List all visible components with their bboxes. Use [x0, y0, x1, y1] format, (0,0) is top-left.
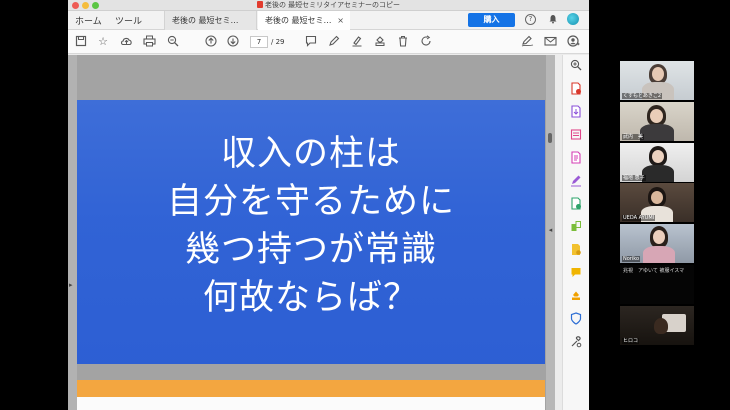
more-tools-icon[interactable]	[569, 335, 583, 349]
participant-tile[interactable]: UEDA AYUMI	[620, 183, 694, 222]
main-toolbar: ☆ 7 / 29	[68, 30, 589, 54]
comment-tool-icon[interactable]	[569, 266, 583, 280]
participant-face	[651, 191, 663, 204]
create-pdf-icon[interactable]	[569, 105, 583, 119]
participant-name: 武内 美	[622, 134, 645, 140]
next-page-header-band	[77, 380, 545, 397]
sign-icon[interactable]	[520, 35, 534, 49]
participant-name: 福地 恵子	[622, 175, 646, 181]
comment-icon[interactable]	[304, 35, 318, 49]
participant-tile[interactable]: Noriko	[620, 224, 694, 263]
tools-pane	[562, 55, 589, 410]
participant-name: くすもとあきこ2	[622, 93, 663, 99]
pdf-page: 収入の柱は 自分を守るために 幾つ持つが常識 何故ならば？	[77, 100, 545, 364]
participant-face	[650, 109, 663, 123]
tab-document-2-label: 老後の 最短セミ…	[265, 16, 332, 25]
participant-name: Noriko	[622, 256, 641, 262]
participant-tile[interactable]: 兆視 アゆいて 被服イスマ	[620, 265, 694, 304]
share-user-icon[interactable]	[566, 35, 580, 49]
participant-body	[643, 246, 675, 263]
participant-tile[interactable]: 武内 美	[620, 102, 694, 141]
stamp-tool-icon[interactable]	[569, 289, 583, 303]
buy-button[interactable]: 購入	[468, 13, 515, 27]
stamp-icon[interactable]	[373, 35, 387, 49]
zoom-in-icon[interactable]	[569, 59, 583, 73]
participant-tile[interactable]: 福地 恵子	[620, 143, 694, 182]
window-title: 老後の 最短セミリタイアセミナーのコピー	[68, 0, 589, 11]
participant-tile[interactable]: ヒロコ	[620, 306, 694, 345]
send-for-signature-icon[interactable]	[569, 197, 583, 211]
participant-name: 兆視 アゆいて 被服イスマ	[623, 268, 685, 274]
page-number-input[interactable]: 7	[250, 36, 268, 48]
participant-face	[652, 150, 664, 163]
tab-bar: ホーム ツール 老後の 最短セミ… 老後の 最短セミ… × 購入 ?	[68, 11, 589, 30]
participant-name: UEDA AYUMI	[622, 215, 656, 221]
slide-line-4: 何故ならば？	[202, 278, 419, 318]
participant-face	[654, 318, 668, 334]
participant-face	[653, 230, 665, 244]
participant-tile[interactable]: くすもとあきこ2	[620, 61, 694, 100]
pdf-file-icon	[256, 1, 263, 8]
tab-document-2[interactable]: 老後の 最短セミ… ×	[258, 11, 350, 30]
account-avatar-icon[interactable]	[567, 13, 579, 25]
expand-left-icon[interactable]: ▸	[69, 281, 73, 289]
page-down-icon[interactable]	[226, 35, 240, 49]
star-icon[interactable]: ☆	[96, 35, 110, 49]
participant-name: ヒロコ	[622, 338, 640, 344]
fill-sign-icon[interactable]	[569, 174, 583, 188]
close-tab-icon[interactable]: ×	[337, 11, 344, 30]
collapse-right-icon[interactable]: ◂	[546, 226, 555, 234]
page-total: / 29	[271, 38, 285, 46]
rotate-icon[interactable]	[419, 35, 433, 49]
scrollbar-thumb[interactable]	[548, 133, 552, 143]
combine-files-icon[interactable]	[569, 151, 583, 165]
save-icon[interactable]	[74, 35, 88, 49]
slide-text: 収入の柱は 自分を守るために 幾つ持つが常識 何故ならば？	[77, 130, 545, 322]
scan-ocr-icon[interactable]	[569, 243, 583, 257]
organize-pages-icon[interactable]	[569, 220, 583, 234]
edit-pdf-icon[interactable]	[569, 128, 583, 142]
participant-body	[642, 165, 674, 182]
window-title-text: 老後の 最短セミリタイアセミナーのコピー	[264, 1, 401, 9]
bell-icon[interactable]	[547, 14, 558, 25]
pen-icon[interactable]	[327, 35, 341, 49]
tab-document-1-label: 老後の 最短セミ…	[172, 16, 239, 25]
tab-document-1[interactable]: 老後の 最短セミ…	[164, 11, 257, 30]
page-up-icon[interactable]	[204, 35, 218, 49]
mail-icon[interactable]	[543, 35, 557, 49]
slide-line-3: 幾つ持つが常識	[184, 230, 437, 270]
slide-line-1: 収入の柱は	[220, 134, 401, 174]
trash-icon[interactable]	[396, 35, 410, 49]
acrobat-window: 老後の 最短セミリタイアセミナーのコピー ホーム ツール 老後の 最短セミ… 老…	[68, 0, 589, 410]
upload-icon[interactable]	[119, 35, 133, 49]
tab-tools[interactable]: ツール	[115, 14, 142, 27]
protect-icon[interactable]	[569, 312, 583, 326]
slide-line-2: 自分を守るために	[166, 182, 455, 222]
help-icon[interactable]: ?	[525, 14, 536, 25]
participant-face	[652, 67, 664, 81]
title-bar: 老後の 最短セミリタイアセミナーのコピー	[68, 0, 589, 11]
zoom-out-icon[interactable]	[166, 35, 180, 49]
next-page	[77, 397, 545, 410]
screen: 老後の 最短セミリタイアセミナーのコピー ホーム ツール 老後の 最短セミ… 老…	[0, 0, 730, 410]
export-pdf-icon[interactable]	[569, 82, 583, 96]
participant-body	[640, 124, 674, 141]
left-sidebar-toggle[interactable]: ▸	[68, 55, 77, 410]
tab-home[interactable]: ホーム	[75, 14, 102, 27]
print-icon[interactable]	[142, 35, 156, 49]
highlight-icon[interactable]	[350, 35, 364, 49]
